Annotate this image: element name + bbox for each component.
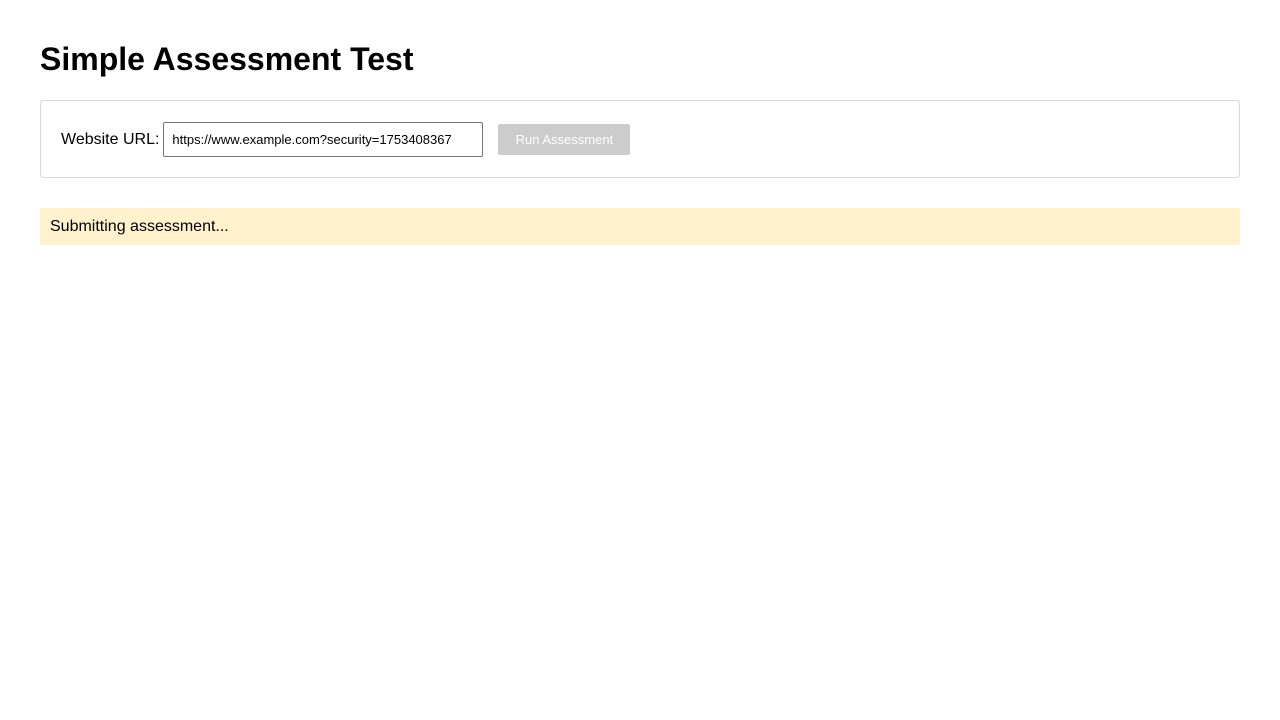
url-label: Website URL: [61,130,160,148]
page: Simple Assessment Test [0,0,1280,78]
run-assessment-button[interactable]: Run Assessment [498,124,631,155]
assessment-form-panel: Website URL: Run Assessment [40,100,1240,178]
url-input[interactable] [163,122,484,157]
url-form-row: Website URL: Run Assessment [61,122,631,157]
status-message: Submitting assessment... [40,208,1240,245]
page-title: Simple Assessment Test [40,41,414,77]
